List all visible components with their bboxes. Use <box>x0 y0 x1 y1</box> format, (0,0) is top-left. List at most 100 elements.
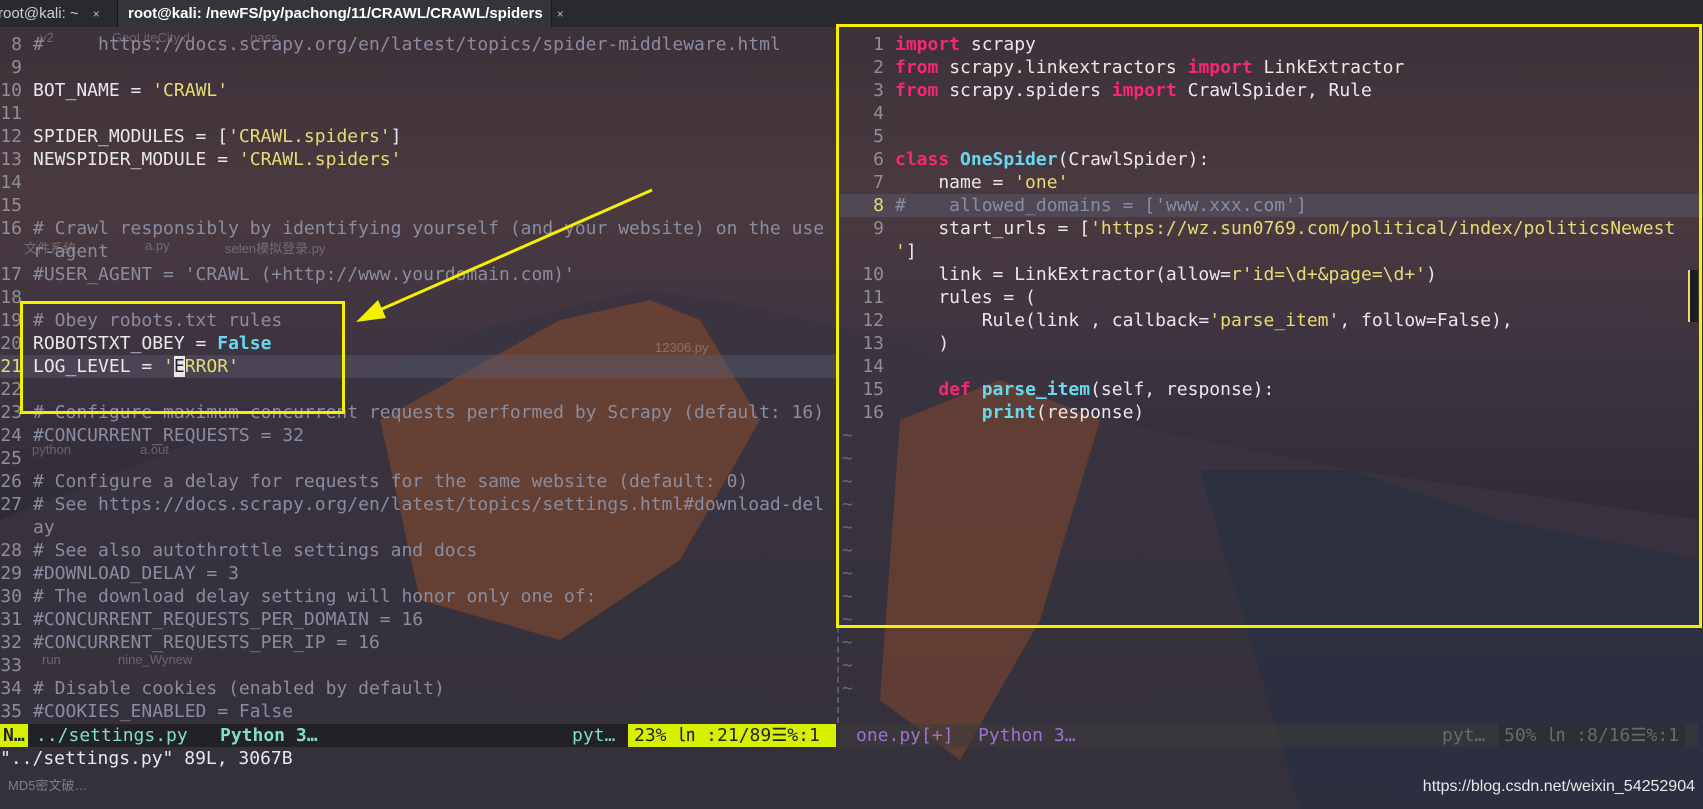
line-number: 22 <box>0 379 22 400</box>
code-text: #DOWNLOAD_DELAY = 3 <box>22 562 239 585</box>
code-token: ] <box>390 126 402 147</box>
mode-indicator: N… <box>0 724 28 747</box>
code-text: # The download delay setting will honor … <box>22 585 597 608</box>
line-number: 17 <box>0 264 22 285</box>
close-icon[interactable]: × <box>557 7 564 21</box>
line-number: 34 <box>0 678 22 699</box>
line-number: 27 <box>0 494 22 515</box>
line-number: 11 <box>0 103 22 124</box>
status-filetype: Python 3… <box>220 725 318 746</box>
code-text: #CONCURRENT_REQUESTS = 32 <box>22 424 304 447</box>
code-token: 'CRAWL' <box>152 80 229 101</box>
line-number: 28 <box>0 540 22 561</box>
code-line: 31 #CONCURRENT_REQUESTS_PER_DOMAIN = 16 <box>0 608 836 631</box>
code-token: # See also autothrottle settings and doc… <box>33 540 478 561</box>
code-line: 25 <box>0 447 836 470</box>
tilde-marker: ~ <box>842 678 853 699</box>
line-number: 14 <box>0 172 22 193</box>
line-number: 31 <box>0 609 22 630</box>
line-number: 29 <box>0 563 22 584</box>
code-text: # Disable cookies (enabled by default) <box>22 677 445 700</box>
tab-spiders[interactable]: root@kali: /newFS/py/pachong/11/CRAWL/CR… <box>118 0 564 27</box>
status-filename: one.py[+] <box>856 725 954 746</box>
line-number: 13 <box>0 149 22 170</box>
code-line: 12 SPIDER_MODULES = ['CRAWL.spiders'] <box>0 125 836 148</box>
code-token: #DOWNLOAD_DELAY = 3 <box>33 563 239 584</box>
tilde-marker: ~ <box>842 632 853 653</box>
annotation-arrow <box>356 188 653 322</box>
tab-home[interactable]: root@kali: ~ × <box>0 0 118 27</box>
annotation-box-left <box>20 301 345 414</box>
close-icon[interactable]: × <box>93 7 100 21</box>
line-number: 20 <box>0 333 22 354</box>
code-text: ay <box>22 516 55 539</box>
code-text: SPIDER_MODULES = ['CRAWL.spiders'] <box>22 125 401 148</box>
code-token: # See https://docs.scrapy.org/en/latest/… <box>33 494 825 515</box>
code-line: 30 # The download delay setting will hono… <box>0 585 836 608</box>
line-number: 10 <box>0 80 22 101</box>
code-line: 28 # See also autothrottle settings and d… <box>0 539 836 562</box>
code-line: 11 <box>0 102 836 125</box>
code-token: # The download delay setting will honor … <box>33 586 597 607</box>
line-number-blank <box>0 516 22 539</box>
code-token: # https://docs.scrapy.org/en/latest/topi… <box>33 34 781 55</box>
code-token: #CONCURRENT_REQUESTS_PER_IP = 16 <box>33 632 380 653</box>
vim-status-line: N… ../settings.py Python 3… pyt… 23% ㏑ :21/8… <box>0 724 1703 747</box>
code-text: # https://docs.scrapy.org/en/latest/topi… <box>22 33 781 56</box>
code-text: #CONCURRENT_REQUESTS_PER_IP = 16 <box>22 631 380 654</box>
code-line: 24 #CONCURRENT_REQUESTS = 32 <box>0 424 836 447</box>
code-line: 27 # See https://docs.scrapy.org/en/lates… <box>0 493 836 516</box>
line-number: 23 <box>0 402 22 423</box>
line-number: 12 <box>0 126 22 147</box>
empty-line: ~ <box>840 677 1703 700</box>
line-number: 32 <box>0 632 22 653</box>
code-line: 35 #COOKIES_ENABLED = False <box>0 700 836 723</box>
code-text: #CONCURRENT_REQUESTS_PER_DOMAIN = 16 <box>22 608 423 631</box>
code-token: #CONCURRENT_REQUESTS = 32 <box>33 425 304 446</box>
code-token: ay <box>33 517 55 538</box>
line-number: 18 <box>0 287 22 308</box>
line-number: 26 <box>0 471 22 492</box>
code-token: # Disable cookies (enabled by default) <box>33 678 445 699</box>
line-number: 9 <box>11 57 22 78</box>
vim-command-line[interactable]: "../settings.py" 89L, 3067B <box>0 747 293 770</box>
code-line: 26 # Configure a delay for requests for t… <box>0 470 836 493</box>
code-line-wrap: ay <box>0 516 836 539</box>
line-number: 33 <box>0 655 22 676</box>
tab-label: root@kali: /newFS/py/pachong/11/CRAWL/CR… <box>128 5 543 22</box>
line-number: 35 <box>0 701 22 722</box>
code-token: 'CRAWL.spiders' <box>228 126 391 147</box>
terminal-tab-bar: root@kali: ~ × root@kali: /newFS/py/pach… <box>0 0 1703 27</box>
code-line: 32 #CONCURRENT_REQUESTS_PER_IP = 16 <box>0 631 836 654</box>
empty-line: ~ <box>840 654 1703 677</box>
status-position: 23% ㏑ :21/89☰%:1 <box>628 724 836 747</box>
code-text: r-agent <box>22 240 109 263</box>
code-line: 34 # Disable cookies (enabled by default) <box>0 677 836 700</box>
code-token: BOT_NAME = <box>33 80 153 101</box>
code-token: NEWSPIDER_MODULE = <box>33 149 239 170</box>
line-number: 19 <box>0 310 22 331</box>
code-line: 13 NEWSPIDER_MODULE = 'CRAWL.spiders' <box>0 148 836 171</box>
code-text: # See also autothrottle settings and doc… <box>22 539 477 562</box>
annotation-box-right <box>836 24 1702 628</box>
code-line: 8 # https://docs.scrapy.org/en/latest/top… <box>0 33 836 56</box>
line-number-blank <box>0 240 22 263</box>
line-number: 21 <box>0 356 22 377</box>
tab-label: root@kali: ~ <box>0 5 79 22</box>
code-text: # Configure a delay for requests for the… <box>22 470 748 493</box>
line-number: 30 <box>0 586 22 607</box>
code-text: BOT_NAME = 'CRAWL' <box>22 79 228 102</box>
code-token: # Configure a delay for requests for the… <box>33 471 749 492</box>
code-line: 29 #DOWNLOAD_DELAY = 3 <box>0 562 836 585</box>
status-filetype: Python 3… <box>978 725 1076 746</box>
line-number: 25 <box>0 448 22 469</box>
desktop-label: MD5密文破… <box>8 778 88 793</box>
code-line: 10 BOT_NAME = 'CRAWL' <box>0 79 836 102</box>
status-encoding: pyt… <box>572 725 616 746</box>
